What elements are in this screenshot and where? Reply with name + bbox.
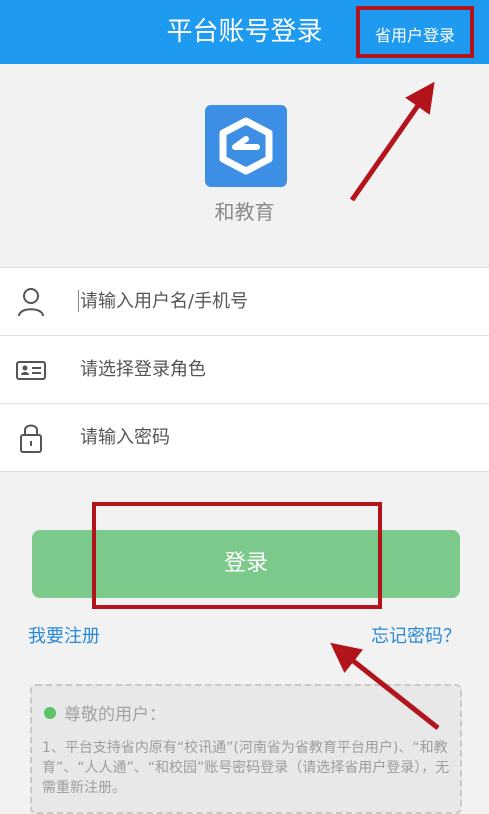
province-login-button[interactable]: 省用户登录 [356, 6, 474, 58]
role-row[interactable]: 请选择登录角色 [0, 336, 489, 404]
app-logo [205, 105, 287, 187]
username-input[interactable]: 请输入用户名/手机号 [80, 268, 248, 335]
password-input[interactable]: 请输入密码 [80, 404, 170, 471]
role-select[interactable]: 请选择登录角色 [80, 336, 206, 403]
text-cursor [78, 290, 79, 312]
forgot-password-link[interactable]: 忘记密码？ [371, 622, 461, 648]
notice-heading: 尊敬的用户： [64, 705, 166, 725]
login-button[interactable]: 登录 [32, 530, 460, 598]
username-row[interactable]: 请输入用户名/手机号 [0, 268, 489, 336]
password-row[interactable]: 请输入密码 [0, 404, 489, 471]
register-link[interactable]: 我要注册 [28, 622, 100, 648]
lock-icon [20, 424, 42, 453]
arrow-to-province-login [349, 81, 435, 202]
notice-box: 尊敬的用户： 1、平台支持省内原有“校讯通”(河南省为省教育平台用户)、“和教育… [30, 684, 462, 814]
app-name: 和教育 [214, 200, 275, 224]
user-icon [18, 288, 44, 317]
notice-text: 1、平台支持省内原有“校讯通”(河南省为省教育平台用户)、“和教育”、“人人通”… [42, 740, 450, 796]
id-card-icon [16, 361, 46, 380]
hejiaoyu-logo-icon [219, 117, 273, 175]
login-form: 请输入用户名/手机号 请选择登录角色 请输入密码 [0, 267, 489, 472]
notice-dot-icon [44, 707, 56, 719]
